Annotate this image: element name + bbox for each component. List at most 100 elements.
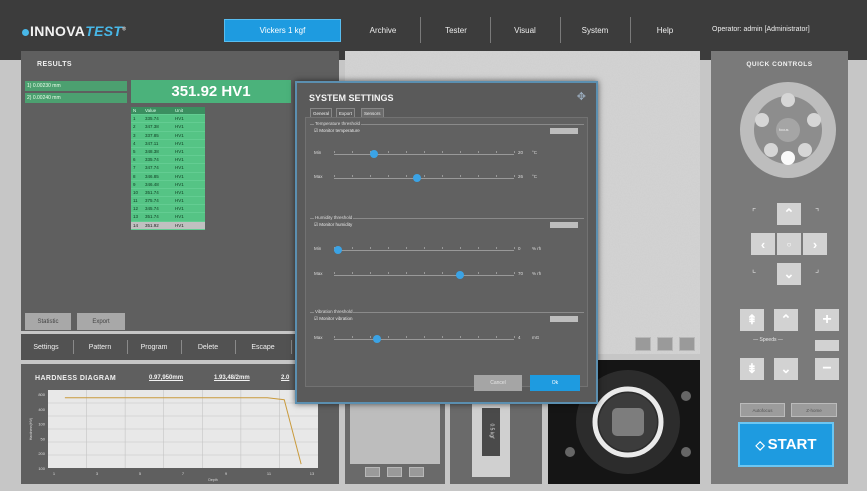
z-down-fast-button[interactable]: ⇟ — [740, 358, 764, 380]
cancel-button[interactable]: Cancel — [474, 375, 522, 391]
result-item[interactable]: 2) 0.00240 mm — [25, 93, 127, 103]
chart-y-tick-label: 800 — [38, 392, 45, 397]
slider-tick — [406, 336, 407, 338]
table-row[interactable]: 8 346.85 HV1 — [131, 173, 205, 181]
table-row[interactable]: 12 345.74 HV1 — [131, 205, 205, 214]
table-row[interactable]: 13 351.74 HV1 — [131, 213, 205, 222]
zoom-in-button[interactable]: + — [815, 309, 839, 331]
slider-thumb[interactable] — [369, 150, 378, 158]
tab-sensors[interactable]: Sensors — [361, 108, 384, 117]
move-up-button[interactable]: ⌃ — [777, 203, 801, 225]
tab-general[interactable]: General — [310, 108, 333, 117]
slider-track[interactable] — [334, 272, 515, 276]
nav-tester[interactable]: Tester — [423, 17, 489, 43]
monitor-humidity-checkbox[interactable]: ☑ Monitor humidity — [314, 222, 352, 228]
z-up-fast-button[interactable]: ⇞ — [740, 309, 764, 331]
slider-tick — [388, 272, 389, 274]
z-home-button[interactable]: Z-home — [791, 403, 837, 417]
corner-lr-icon[interactable]: ⌟ — [815, 264, 819, 275]
slider-thumb[interactable] — [412, 174, 421, 182]
escape-button[interactable]: Escape — [237, 334, 289, 360]
slider-value: 70 — [518, 271, 524, 276]
slider-thumb[interactable] — [333, 246, 342, 254]
move-left-button[interactable]: ‹ — [751, 233, 775, 255]
view-zoom-button[interactable] — [635, 337, 651, 351]
zoom-out-button[interactable]: − — [815, 358, 839, 380]
program-button[interactable]: Program — [129, 334, 179, 360]
slider-track[interactable] — [334, 151, 515, 155]
temperature-min-slider[interactable]: Min 20 °C — [314, 150, 574, 158]
table-cell: HV1 — [175, 214, 184, 220]
result-item[interactable]: 1) 0.00230 mm — [25, 81, 127, 91]
export-button[interactable]: Export — [77, 313, 125, 330]
table-row[interactable]: 11 375.74 HV1 — [131, 197, 205, 206]
ok-button[interactable]: Ok — [530, 375, 580, 391]
z-down-button[interactable]: ⌄ — [774, 358, 798, 380]
slider-tick — [460, 175, 461, 177]
vibration-max-slider[interactable]: Max 4 mG — [314, 335, 574, 343]
slider-thumb[interactable] — [456, 271, 464, 279]
slider-tick — [514, 336, 515, 338]
move-right-button[interactable]: › — [803, 233, 827, 255]
pattern-button[interactable]: Pattern — [75, 334, 125, 360]
temperature-value-field[interactable] — [550, 128, 578, 134]
table-row[interactable]: 7 347.74 HV1 — [131, 164, 205, 173]
settings-button[interactable]: Settings — [21, 334, 71, 360]
table-row[interactable]: 6 335.74 HV1 — [131, 156, 205, 165]
nav-visual[interactable]: Visual — [492, 17, 558, 43]
nav-help[interactable]: Help — [632, 17, 698, 43]
table-row[interactable]: 1 335.74 HV1 — [131, 115, 205, 124]
vibration-value-field[interactable] — [550, 316, 578, 322]
monitor-vibration-checkbox[interactable]: ☑ Monitor vibration — [314, 316, 353, 322]
slider-track[interactable] — [334, 175, 515, 179]
nav-system[interactable]: System — [562, 17, 628, 43]
camera-nav-button[interactable] — [409, 467, 424, 477]
chart-x-tick-label: 5 — [139, 471, 142, 476]
corner-ul-icon[interactable]: ⌜ — [752, 207, 756, 218]
dialog-move-icon[interactable]: ✥ — [577, 90, 586, 103]
slider-tick — [460, 247, 461, 249]
humidity-min-slider[interactable]: Min 0 % rh — [314, 246, 574, 254]
start-label: START — [767, 436, 817, 453]
z-up-button[interactable]: ⌃ — [774, 309, 798, 331]
slider-tick — [478, 272, 479, 274]
view-zoom-button[interactable] — [679, 337, 695, 351]
camera-nav-button[interactable] — [365, 467, 380, 477]
table-row[interactable]: 2 347.38 HV1 — [131, 123, 205, 132]
corner-ur-icon[interactable]: ⌝ — [815, 207, 819, 218]
slider-track[interactable] — [334, 247, 515, 251]
table-cell: 10 — [133, 189, 139, 195]
humidity-value-field[interactable] — [550, 222, 578, 228]
table-row[interactable]: 14 351.92 HV1 — [131, 221, 205, 230]
slider-tick — [370, 247, 371, 249]
start-button[interactable]: ◇ START — [738, 422, 834, 467]
hardness-link[interactable]: 2.0 — [281, 375, 289, 381]
temperature-max-slider[interactable]: Max 26 °C — [314, 174, 574, 182]
slider-tick — [388, 247, 389, 249]
hardness-link[interactable]: 1.93,48/2mm — [214, 375, 250, 381]
load-select-button[interactable]: Vickers 1 kgf — [224, 19, 341, 42]
camera-nav-button[interactable] — [387, 467, 402, 477]
delete-button[interactable]: Delete — [183, 334, 233, 360]
view-zoom-button[interactable] — [657, 337, 673, 351]
speed-field[interactable] — [815, 340, 839, 351]
slider-tick — [406, 175, 407, 177]
tab-export[interactable]: Export — [336, 108, 356, 117]
corner-ll-icon[interactable]: ⌞ — [752, 264, 756, 275]
center-button[interactable]: ○ — [777, 233, 801, 255]
table-row[interactable]: 10 351.74 HV1 — [131, 189, 205, 198]
nav-archive[interactable]: Archive — [352, 17, 414, 43]
table-row[interactable]: 5 348.38 HV1 — [131, 148, 205, 157]
table-row[interactable]: 9 346.48 HV1 — [131, 181, 205, 189]
slider-track[interactable] — [334, 336, 515, 340]
move-down-button[interactable]: ⌄ — [777, 263, 801, 285]
statistic-button[interactable]: Statistic — [25, 313, 71, 330]
table-row[interactable]: 3 337.85 HV1 — [131, 132, 205, 140]
hardness-link[interactable]: 0.97,950mm — [149, 375, 183, 381]
humidity-max-slider[interactable]: Max 70 % rh — [314, 271, 574, 279]
slider-thumb[interactable] — [373, 335, 382, 343]
monitor-temperature-checkbox[interactable]: ☑ Monitor temperature — [314, 128, 360, 134]
slider-tick — [442, 272, 443, 274]
autofocus-button[interactable]: Autofocus — [740, 403, 785, 417]
table-row[interactable]: 4 347.11 HV1 — [131, 140, 205, 148]
